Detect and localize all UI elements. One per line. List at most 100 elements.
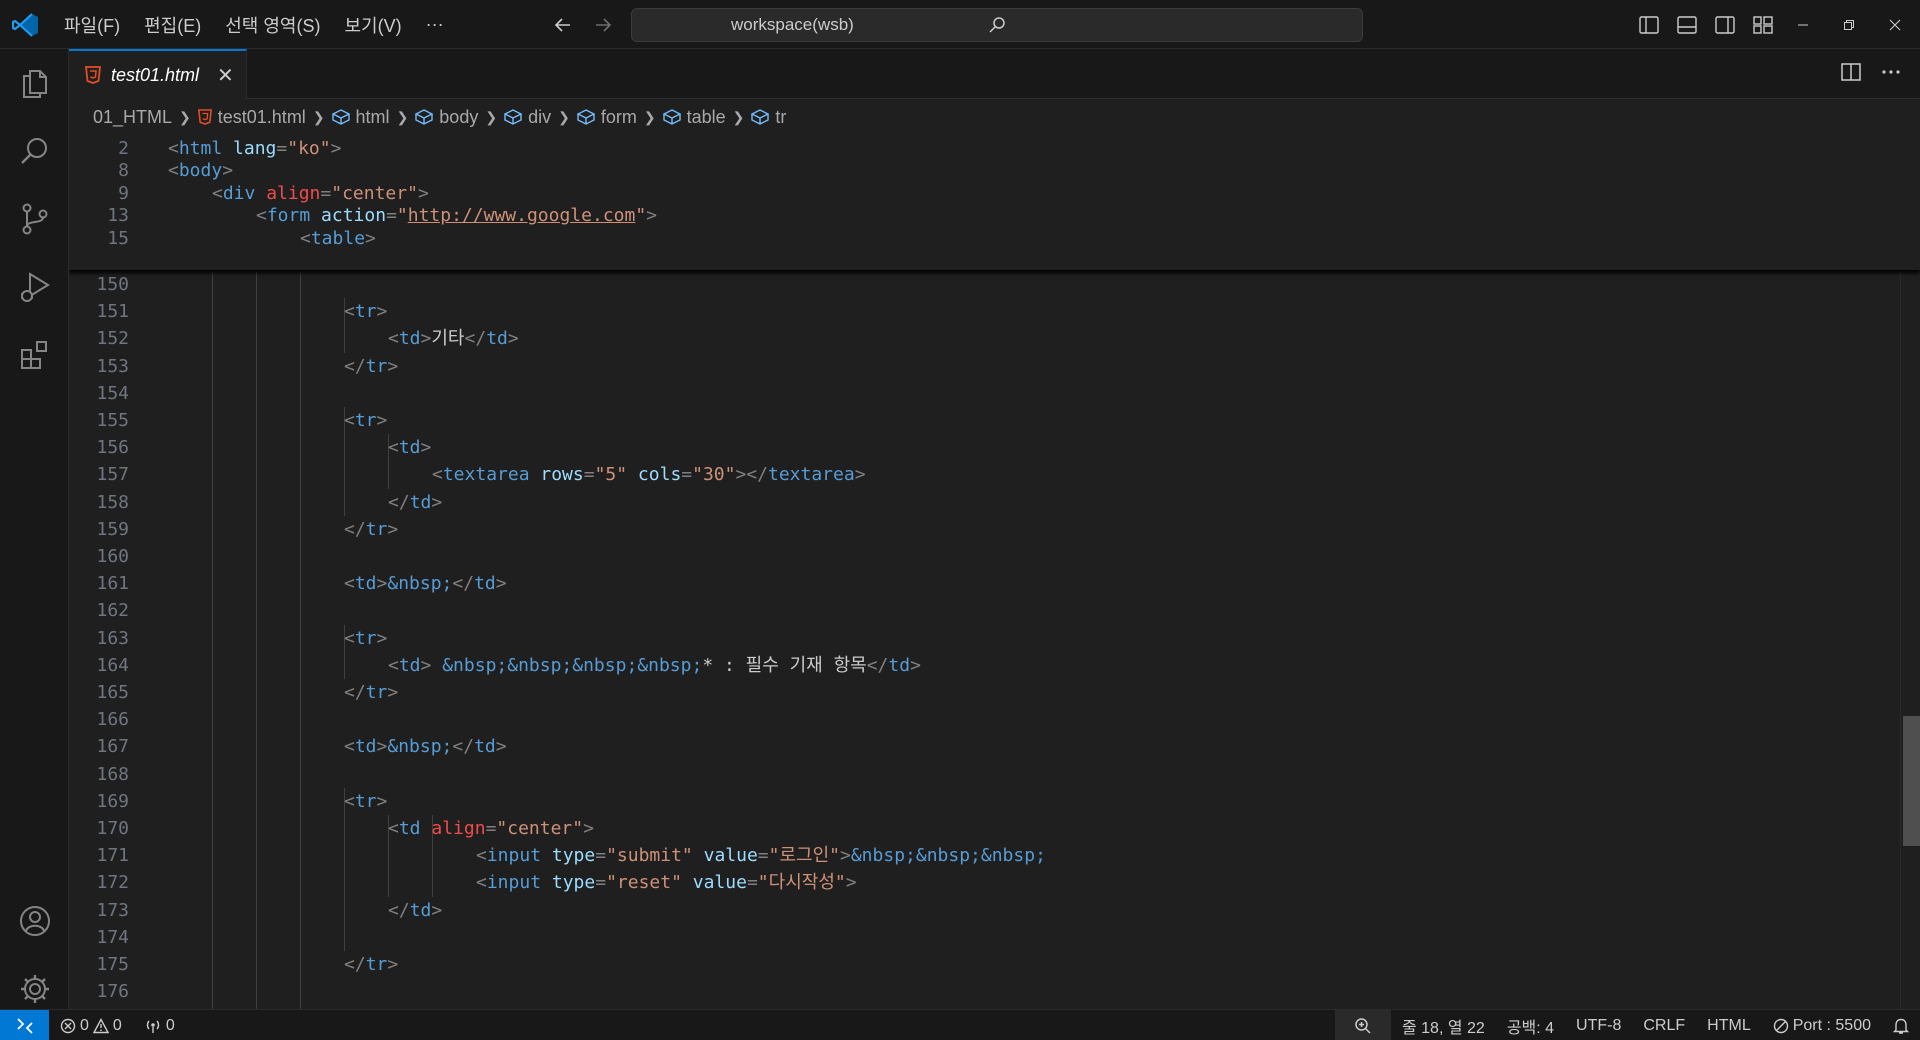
code-token: = — [276, 138, 288, 159]
code-token: > — [420, 654, 432, 676]
code-token: < — [344, 627, 355, 649]
code-token: < — [344, 736, 355, 758]
split-editor-icon[interactable] — [1840, 61, 1862, 88]
menu-view[interactable]: 보기(V) — [332, 12, 413, 38]
back-arrow-icon[interactable] — [550, 12, 576, 38]
code-token: div — [222, 182, 256, 204]
customize-layout-icon[interactable] — [1750, 12, 1776, 38]
tab-close-icon[interactable]: ✕ — [217, 63, 234, 88]
scrollbar-thumb[interactable] — [1903, 716, 1920, 846]
activity-bar — [0, 49, 69, 1009]
code-token: </ — [452, 736, 475, 758]
menu-more[interactable]: ··· — [414, 14, 456, 35]
chevron-right-icon: ❯ — [179, 108, 191, 125]
toggle-panel-icon[interactable] — [1674, 12, 1700, 38]
line-number: 15 — [107, 227, 129, 249]
ports-indicator[interactable]: 0 — [144, 1017, 175, 1035]
explorer-icon[interactable] — [0, 49, 69, 117]
breadcrumb-file[interactable]: test01.html — [197, 107, 306, 128]
language-mode[interactable]: HTML — [1696, 1017, 1762, 1035]
breadcrumb-folder[interactable]: 01_HTML — [93, 107, 172, 128]
restore-icon[interactable] — [1826, 0, 1872, 49]
close-window-icon[interactable] — [1872, 0, 1918, 49]
zoom-indicator[interactable] — [1334, 1010, 1391, 1040]
line-number: 171 — [96, 845, 129, 867]
menu-selection[interactable]: 선택 영역(S) — [213, 12, 332, 38]
code-text: <table> — [300, 225, 376, 252]
minimize-icon[interactable] — [1780, 0, 1826, 49]
code-token: align — [255, 182, 321, 204]
forward-arrow-icon[interactable] — [590, 12, 616, 38]
breadcrumb-tr[interactable]: tr — [751, 107, 786, 128]
code-token: value — [692, 845, 758, 867]
indentation[interactable]: 공백: 4 — [1496, 1014, 1565, 1038]
code-token: < — [256, 205, 267, 227]
code-token: = — [757, 845, 769, 867]
line-number: 175 — [96, 954, 129, 975]
symbol-element-icon — [662, 109, 681, 125]
breadcrumb-table[interactable]: table — [662, 107, 726, 128]
code-token: > — [495, 573, 507, 595]
breadcrumb-label: 01_HTML — [93, 106, 173, 127]
breadcrumb-label: div — [528, 106, 552, 127]
code-token: > — [420, 437, 432, 459]
code-token: < — [476, 845, 487, 867]
code-token: tr — [365, 355, 388, 377]
code-token: < — [344, 573, 355, 595]
run-debug-icon[interactable] — [0, 253, 69, 321]
chevron-right-icon: ❯ — [732, 108, 745, 125]
toggle-primary-sidebar-icon[interactable] — [1636, 12, 1662, 38]
line-number: 151 — [96, 301, 129, 323]
status-bar: 0 0 0 줄 18, 열 22 공백: 4 UTF-8 CRLF HTML P… — [0, 1009, 1920, 1040]
menu-file[interactable]: 파일(F) — [52, 12, 132, 38]
code-token: < — [388, 654, 399, 676]
menu-edit[interactable]: 편집(E) — [132, 12, 213, 38]
title-bar: 파일(F) 편집(E) 선택 영역(S) 보기(V) ··· workspace… — [0, 0, 1920, 49]
source-control-icon[interactable] — [0, 185, 69, 253]
more-actions-icon[interactable] — [1880, 61, 1902, 88]
accounts-icon[interactable] — [0, 887, 69, 955]
code-token: "ko" — [287, 138, 331, 159]
line-number: 168 — [96, 763, 129, 785]
live-server-port[interactable]: Port : 5500 — [1762, 1017, 1882, 1035]
problems-indicator[interactable]: 0 0 — [60, 1017, 122, 1035]
code-token: > — [387, 954, 399, 975]
line-number: 176 — [96, 981, 129, 1003]
code-text: <td align="center"> — [388, 815, 594, 842]
html5-file-icon — [85, 66, 101, 84]
menu-bar: 파일(F) 편집(E) 선택 영역(S) 보기(V) ··· — [52, 0, 456, 49]
code-token: tr — [365, 518, 388, 540]
code-token: > — [417, 182, 429, 204]
toggle-secondary-sidebar-icon[interactable] — [1712, 12, 1738, 38]
sticky-scroll-header[interactable]: 2 <html lang="ko"> 8 <body> 9 <div align="cen… — [69, 134, 1920, 270]
line-number: 155 — [96, 410, 129, 431]
breadcrumb-html[interactable]: html — [331, 107, 390, 128]
breadcrumb-form[interactable]: form — [576, 107, 637, 128]
tab-test01-html[interactable]: test01.html ✕ — [69, 49, 247, 99]
line-number: 160 — [96, 546, 129, 567]
no-entry-icon — [1773, 1018, 1788, 1033]
tab-label: test01.html — [111, 64, 200, 85]
cursor-position[interactable]: 줄 18, 열 22 — [1391, 1014, 1496, 1038]
layout-controls — [1636, 12, 1776, 38]
code-token: </ — [344, 355, 366, 377]
code-token: > — [330, 138, 342, 159]
end-of-line[interactable]: CRLF — [1632, 1017, 1696, 1035]
code-editor[interactable]: 150 151 <tr> 152 <td>기타</td> 153 </tr> 154 155 <t… — [69, 134, 1920, 1009]
notifications-bell-icon[interactable] — [1882, 1017, 1920, 1035]
extensions-icon[interactable] — [0, 321, 69, 389]
code-token: = — [746, 872, 758, 894]
breadcrumb-div[interactable]: div — [504, 107, 551, 128]
command-center-search[interactable]: workspace(wsb) — [631, 8, 1363, 42]
breadcrumb-body[interactable]: body — [415, 107, 478, 128]
code-token: type — [541, 845, 596, 867]
search-view-icon[interactable] — [0, 117, 69, 185]
code-token: tr — [365, 954, 388, 975]
remote-indicator-icon[interactable] — [0, 1010, 49, 1040]
code-text: </tr> — [344, 679, 398, 706]
encoding[interactable]: UTF-8 — [1565, 1017, 1632, 1035]
code-token: td — [486, 328, 508, 350]
code-token: td — [409, 491, 432, 513]
code-token: > — [646, 205, 658, 227]
code-token: < — [212, 182, 223, 204]
